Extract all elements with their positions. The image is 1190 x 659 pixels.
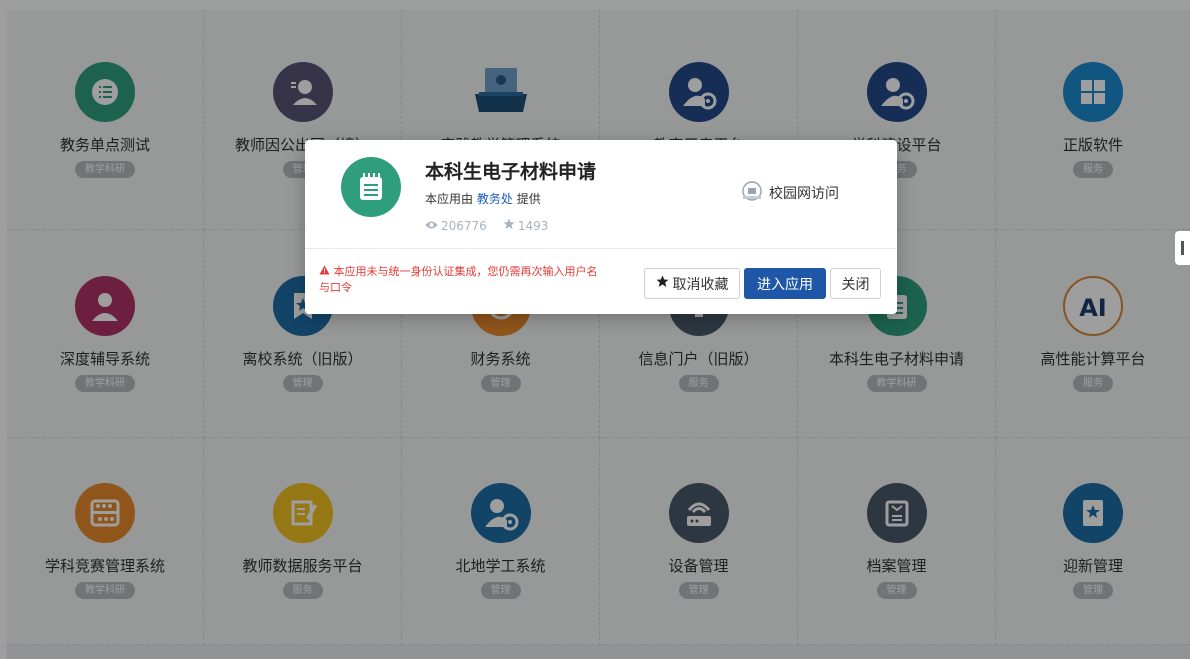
campus-access-indicator: 校园网访问 — [739, 180, 839, 206]
notepad-icon — [341, 157, 401, 217]
provider-prefix: 本应用由 — [425, 192, 474, 206]
warning-text: 本应用未与统一身份认证集成，您仍需再次输入用户名与口令 — [319, 265, 598, 294]
campus-access-label: 校园网访问 — [769, 186, 839, 202]
app-stats: 206776 1493 — [425, 218, 548, 233]
views-count: 206776 — [441, 218, 487, 233]
eye-icon — [425, 219, 438, 233]
app-detail-dialog: 本科生电子材料申请 本应用由 教务处 提供 206776 1493 校园网访问 … — [305, 140, 897, 314]
dialog-title: 本科生电子材料申请 — [425, 161, 597, 183]
favorites-count: 1493 — [517, 218, 549, 233]
unfavorite-label: 取消收藏 — [672, 276, 729, 293]
favorites-stat: 1493 — [503, 218, 549, 233]
provider-suffix: 提供 — [516, 192, 541, 206]
campus-network-icon — [739, 180, 765, 206]
star-icon — [656, 275, 669, 292]
warning-icon — [319, 265, 334, 278]
grip-icon — [1181, 241, 1184, 255]
auth-warning: 本应用未与统一身份认证集成，您仍需再次输入用户名与口令 — [319, 264, 604, 296]
close-button[interactable]: 关闭 — [830, 268, 881, 299]
enter-app-button[interactable]: 进入应用 — [744, 268, 826, 299]
provider-dept-link[interactable]: 教务处 — [477, 192, 513, 206]
unfavorite-button[interactable]: 取消收藏 — [644, 268, 740, 299]
provider-line: 本应用由 教务处 提供 — [425, 190, 541, 207]
side-panel-tab[interactable] — [1175, 231, 1190, 265]
dialog-divider — [305, 248, 897, 249]
modal-backdrop[interactable] — [0, 0, 1190, 659]
views-stat: 206776 — [425, 218, 487, 233]
star-icon — [503, 218, 515, 233]
